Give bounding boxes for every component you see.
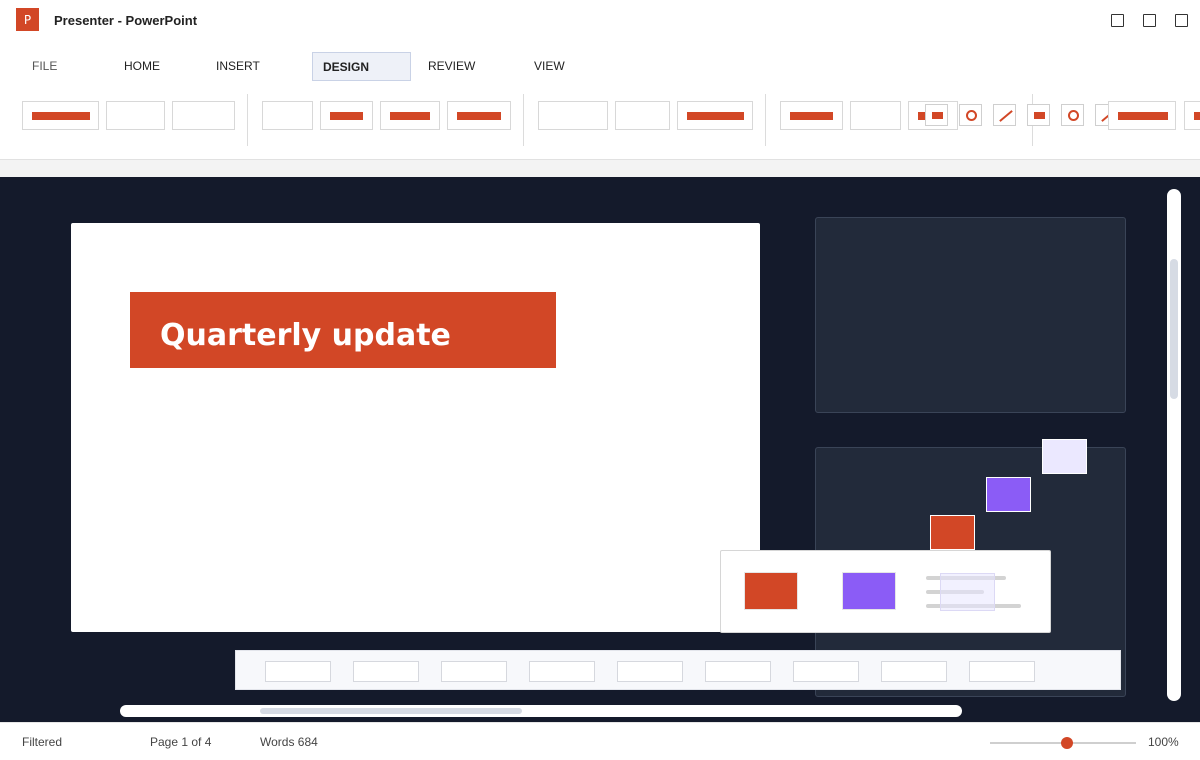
- preview-panel-top[interactable]: [815, 217, 1126, 413]
- slide[interactable]: Quarterly update: [71, 223, 760, 632]
- ribbon-divider-strip: [0, 160, 1200, 177]
- status-bar: Filtered Page 1 of 4 Words 684 100%: [0, 722, 1200, 760]
- slide-thumbnail[interactable]: [881, 661, 947, 682]
- slide-thumbnail[interactable]: [793, 661, 859, 682]
- status-filter[interactable]: Filtered: [22, 735, 62, 749]
- ribbon-button[interactable]: [538, 101, 608, 130]
- popup-text-style-option[interactable]: [926, 573, 1026, 611]
- ribbon-button[interactable]: [677, 101, 753, 130]
- popup-swatch-orange[interactable]: [744, 572, 798, 610]
- slide-thumbnail[interactable]: [265, 661, 331, 682]
- tab-file[interactable]: FILE: [22, 52, 67, 81]
- slide-thumbnail[interactable]: [353, 661, 419, 682]
- ribbon-button[interactable]: [106, 101, 165, 130]
- ribbon-separator: [247, 94, 248, 146]
- powerpoint-app-icon[interactable]: P: [16, 8, 39, 31]
- ribbon-button[interactable]: [172, 101, 235, 130]
- maximize-button[interactable]: [1143, 14, 1156, 27]
- ribbon-button[interactable]: [22, 101, 99, 130]
- tab-home[interactable]: HOME: [114, 52, 170, 81]
- tab-review[interactable]: REVIEW: [418, 52, 485, 81]
- ribbon-tabs: FILE HOME INSERT DESIGN REVIEW VIEW: [0, 52, 1200, 82]
- circle-shape-icon[interactable]: [959, 104, 982, 126]
- slide-title: Quarterly update: [160, 318, 451, 353]
- slide-title-box[interactable]: Quarterly update: [130, 292, 556, 368]
- status-word-count: Words 684: [260, 735, 318, 749]
- ribbon-separator: [523, 94, 524, 146]
- tab-insert[interactable]: INSERT: [206, 52, 270, 81]
- slide-thumbnail[interactable]: [705, 661, 771, 682]
- ribbon-button[interactable]: [1184, 101, 1200, 130]
- slide-canvas: Quarterly update: [0, 177, 1200, 722]
- rectangle-shape-icon[interactable]: [925, 104, 948, 126]
- horizontal-scroll-thumb[interactable]: [260, 708, 522, 714]
- slide-thumbnail[interactable]: [617, 661, 683, 682]
- horizontal-scrollbar[interactable]: [120, 705, 962, 717]
- slide-thumbnail[interactable]: [529, 661, 595, 682]
- swatch-orange[interactable]: [930, 515, 975, 550]
- swatch-lavender[interactable]: [1042, 439, 1087, 474]
- title-bar: P Presenter - PowerPoint: [0, 0, 1200, 42]
- ribbon-button[interactable]: [447, 101, 511, 130]
- line-shape-icon[interactable]: [993, 104, 1016, 126]
- slide-thumbnail[interactable]: [441, 661, 507, 682]
- ribbon-button[interactable]: [320, 101, 373, 130]
- tab-view[interactable]: VIEW: [524, 52, 575, 81]
- style-popup: [720, 550, 1051, 633]
- minimize-button[interactable]: [1111, 14, 1124, 27]
- thumbnail-strip: [235, 650, 1121, 690]
- tab-design[interactable]: DESIGN: [312, 52, 411, 81]
- ribbon-separator: [765, 94, 766, 146]
- ribbon-button[interactable]: [615, 101, 670, 130]
- ribbon-button[interactable]: [780, 101, 843, 130]
- ribbon-button[interactable]: [380, 101, 440, 130]
- ribbon-button[interactable]: [262, 101, 313, 130]
- zoom-level[interactable]: 100%: [1148, 735, 1179, 749]
- swatch-purple[interactable]: [986, 477, 1031, 512]
- ribbon-button[interactable]: [850, 101, 901, 130]
- vertical-scroll-thumb[interactable]: [1170, 259, 1178, 399]
- close-button[interactable]: [1175, 14, 1188, 27]
- ribbon-button[interactable]: [1108, 101, 1176, 130]
- zoom-slider-knob[interactable]: [1061, 737, 1073, 749]
- slide-thumbnail[interactable]: [969, 661, 1035, 682]
- popup-swatch-purple[interactable]: [842, 572, 896, 610]
- rectangle-shape-icon[interactable]: [1027, 104, 1050, 126]
- status-page: Page 1 of 4: [150, 735, 212, 749]
- window-title: Presenter - PowerPoint: [54, 13, 198, 28]
- circle-shape-icon[interactable]: [1061, 104, 1084, 126]
- vertical-scrollbar[interactable]: [1167, 189, 1181, 701]
- ribbon-toolbar: [0, 88, 1200, 160]
